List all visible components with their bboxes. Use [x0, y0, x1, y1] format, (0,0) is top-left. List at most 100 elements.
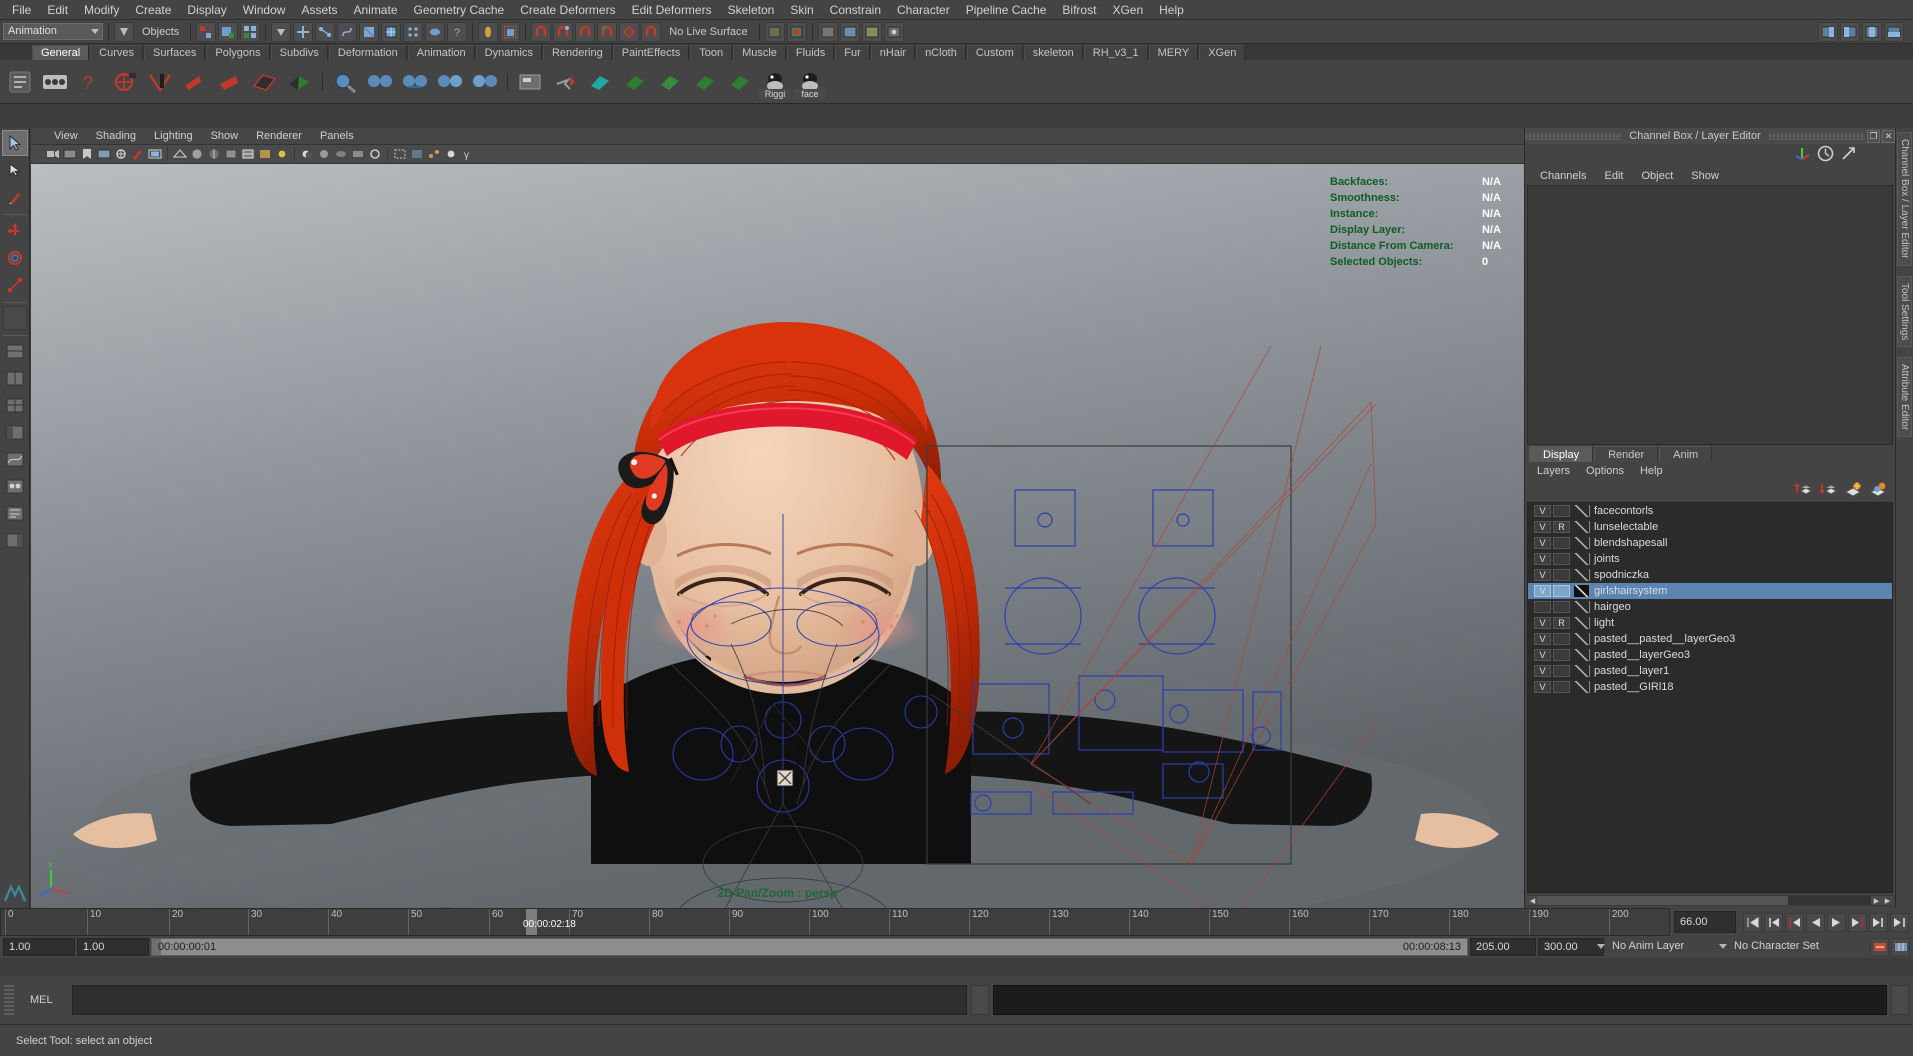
make-live-icon[interactable] — [425, 21, 446, 42]
channel-menu-edit[interactable]: Edit — [1595, 170, 1632, 182]
shelf-tab-toon[interactable]: Toon — [690, 45, 733, 60]
shelf-tab-rh-v3-1[interactable]: RH_v3_1 — [1083, 45, 1148, 60]
selection-mask-menu-icon[interactable] — [114, 21, 134, 42]
menu-item-xgen[interactable]: XGen — [1104, 0, 1151, 20]
play-backwards-button[interactable] — [1806, 912, 1825, 932]
layer-row-spodniczka[interactable]: V spodniczka — [1528, 567, 1892, 583]
menu-item-bifrost[interactable]: Bifrost — [1054, 0, 1104, 20]
shelf-tab-fur[interactable]: Fur — [835, 45, 870, 60]
scale-tool-button[interactable] — [2, 272, 28, 298]
magnet-snap-d-icon[interactable] — [597, 21, 618, 42]
shelf-cursor-icon[interactable] — [549, 66, 581, 98]
shelf-tab-deformation[interactable]: Deformation — [328, 45, 407, 60]
layer-reference-toggle[interactable]: R — [1553, 521, 1570, 533]
layer-row-light[interactable]: V R light — [1528, 615, 1892, 631]
layer-row-girlshairsystem[interactable]: V girlshairsystem — [1528, 583, 1892, 599]
gate-mask-icon[interactable] — [147, 146, 163, 162]
shelf-blue-sphere-a-icon[interactable] — [364, 66, 396, 98]
move-layer-down-icon[interactable] — [1819, 481, 1837, 500]
scroll-right-arrow-icon[interactable]: ▶ — [1871, 896, 1882, 905]
dock-tab-tool-settings[interactable]: Tool Settings — [1897, 275, 1912, 347]
scroll-end-arrow-icon[interactable]: ▶ — [1882, 896, 1893, 905]
layer-visibility-toggle[interactable]: V — [1534, 681, 1551, 693]
layer-color-swatch[interactable] — [1574, 601, 1590, 613]
shelf-tab-xgen[interactable]: XGen — [1199, 45, 1246, 60]
paint-select-tool-button[interactable] — [2, 184, 28, 210]
magnet-snap-f-icon[interactable] — [641, 21, 662, 42]
shelf-tab-dynamics[interactable]: Dynamics — [475, 45, 542, 60]
shelf-camera-a-icon[interactable] — [109, 66, 141, 98]
shelf-window-icon[interactable] — [514, 66, 546, 98]
menu-item-geometry-cache[interactable]: Geometry Cache — [406, 0, 513, 20]
shelf-tab-polygons[interactable]: Polygons — [206, 45, 270, 60]
range-slider[interactable]: 00:00:00:01 00:00:08:13 — [151, 938, 1468, 956]
gamma-icon[interactable]: γ — [460, 146, 476, 162]
wireframe-on-shaded-icon[interactable] — [240, 146, 256, 162]
layer-tab-anim[interactable]: Anim — [1659, 446, 1713, 462]
layer-visibility-toggle[interactable]: V — [1534, 665, 1551, 677]
layer-row-pasted-girl18[interactable]: V pasted__GIRl18 — [1528, 679, 1892, 695]
snap-to-grid-icon[interactable] — [293, 21, 314, 42]
shelf-green-polygon-b-icon[interactable] — [654, 66, 686, 98]
shelf-tab-subdivs[interactable]: Subdivs — [270, 45, 328, 60]
viewport-menu-show[interactable]: Show — [202, 128, 248, 145]
layer-reference-toggle[interactable] — [1553, 569, 1570, 581]
snap-to-view-plane-icon[interactable] — [381, 21, 402, 42]
arrow-up-right-icon[interactable] — [1840, 145, 1857, 165]
play-forwards-button[interactable] — [1827, 912, 1846, 932]
channel-menu-show[interactable]: Show — [1682, 170, 1728, 182]
menu-set-dropdown[interactable]: Animation — [3, 23, 103, 40]
multisample-aa-icon[interactable] — [350, 146, 366, 162]
layer-color-swatch[interactable] — [1574, 521, 1590, 533]
layer-row-joints[interactable]: V joints — [1528, 551, 1892, 567]
layer-reference-toggle[interactable] — [1553, 553, 1570, 565]
menu-item-edit[interactable]: Edit — [39, 0, 76, 20]
layer-tab-display[interactable]: Display — [1529, 446, 1594, 462]
menu-item-character[interactable]: Character — [889, 0, 958, 20]
layer-reference-toggle[interactable]: R — [1553, 617, 1570, 629]
shelf-riggi-button[interactable]: Riggi — [759, 66, 791, 99]
shelf-blue-sphere-c-icon[interactable] — [434, 66, 466, 98]
shelf-film-icon[interactable] — [39, 66, 71, 98]
shelf-tab-nhair[interactable]: nHair — [870, 45, 916, 60]
shelf-camera-c-icon[interactable] — [179, 66, 211, 98]
shelf-tab-skeleton[interactable]: skeleton — [1023, 45, 1083, 60]
step-forward-key-button[interactable] — [1848, 912, 1867, 932]
layer-menu-options[interactable]: Options — [1578, 465, 1632, 477]
menu-item-skin[interactable]: Skin — [782, 0, 821, 20]
shelf-green-polygon-c-icon[interactable] — [689, 66, 721, 98]
panel-close-button[interactable]: ✕ — [1882, 129, 1895, 143]
channel-box-content[interactable] — [1527, 185, 1893, 445]
layer-color-swatch[interactable] — [1574, 665, 1590, 677]
menu-item-create-deformers[interactable]: Create Deformers — [512, 0, 623, 20]
layer-reference-toggle[interactable] — [1553, 601, 1570, 613]
script-editor-button[interactable] — [1891, 985, 1909, 1015]
xray-joints-icon[interactable] — [426, 146, 442, 162]
time-slider[interactable]: 0 10 20 30 40 50 60 70 80 90 100 110 120… — [0, 908, 1670, 936]
shelf-blue-sphere-d-icon[interactable] — [469, 66, 501, 98]
menu-item-display[interactable]: Display — [179, 0, 234, 20]
layout-outliner-persp-button[interactable] — [2, 420, 28, 446]
construction-history-icon[interactable] — [478, 21, 499, 42]
layout-hypershade-button[interactable] — [2, 474, 28, 500]
anim-layer-dropdown[interactable]: No Anim Layer — [1597, 938, 1726, 956]
shelf-tab-rendering[interactable]: Rendering — [542, 45, 612, 60]
speed-clock-icon[interactable] — [1817, 145, 1834, 165]
layer-row-pasted-layer1[interactable]: V pasted__layer1 — [1528, 663, 1892, 679]
layer-visibility-toggle[interactable]: V — [1534, 521, 1551, 533]
viewport-menu-panels[interactable]: Panels — [311, 128, 363, 145]
shelf-tab-custom[interactable]: Custom — [966, 45, 1023, 60]
menu-item-help[interactable]: Help — [1151, 0, 1192, 20]
character-set-dropdown[interactable]: No Character Set — [1719, 938, 1868, 956]
shelf-tab-general[interactable]: General — [32, 45, 90, 60]
screen-space-ao-icon[interactable] — [316, 146, 332, 162]
isolate-select-icon[interactable] — [392, 146, 408, 162]
menu-item-assets[interactable]: Assets — [293, 0, 345, 20]
menu-item-edit-deformers[interactable]: Edit Deformers — [624, 0, 720, 20]
layer-visibility-toggle[interactable]: V — [1534, 569, 1551, 581]
shelf-camera-b-icon[interactable] — [144, 66, 176, 98]
animation-preferences-button[interactable] — [1891, 937, 1910, 957]
image-plane-icon[interactable] — [96, 146, 112, 162]
layer-row-hairgeo[interactable]: hairgeo — [1528, 599, 1892, 615]
magnet-snap-b-icon[interactable] — [553, 21, 574, 42]
